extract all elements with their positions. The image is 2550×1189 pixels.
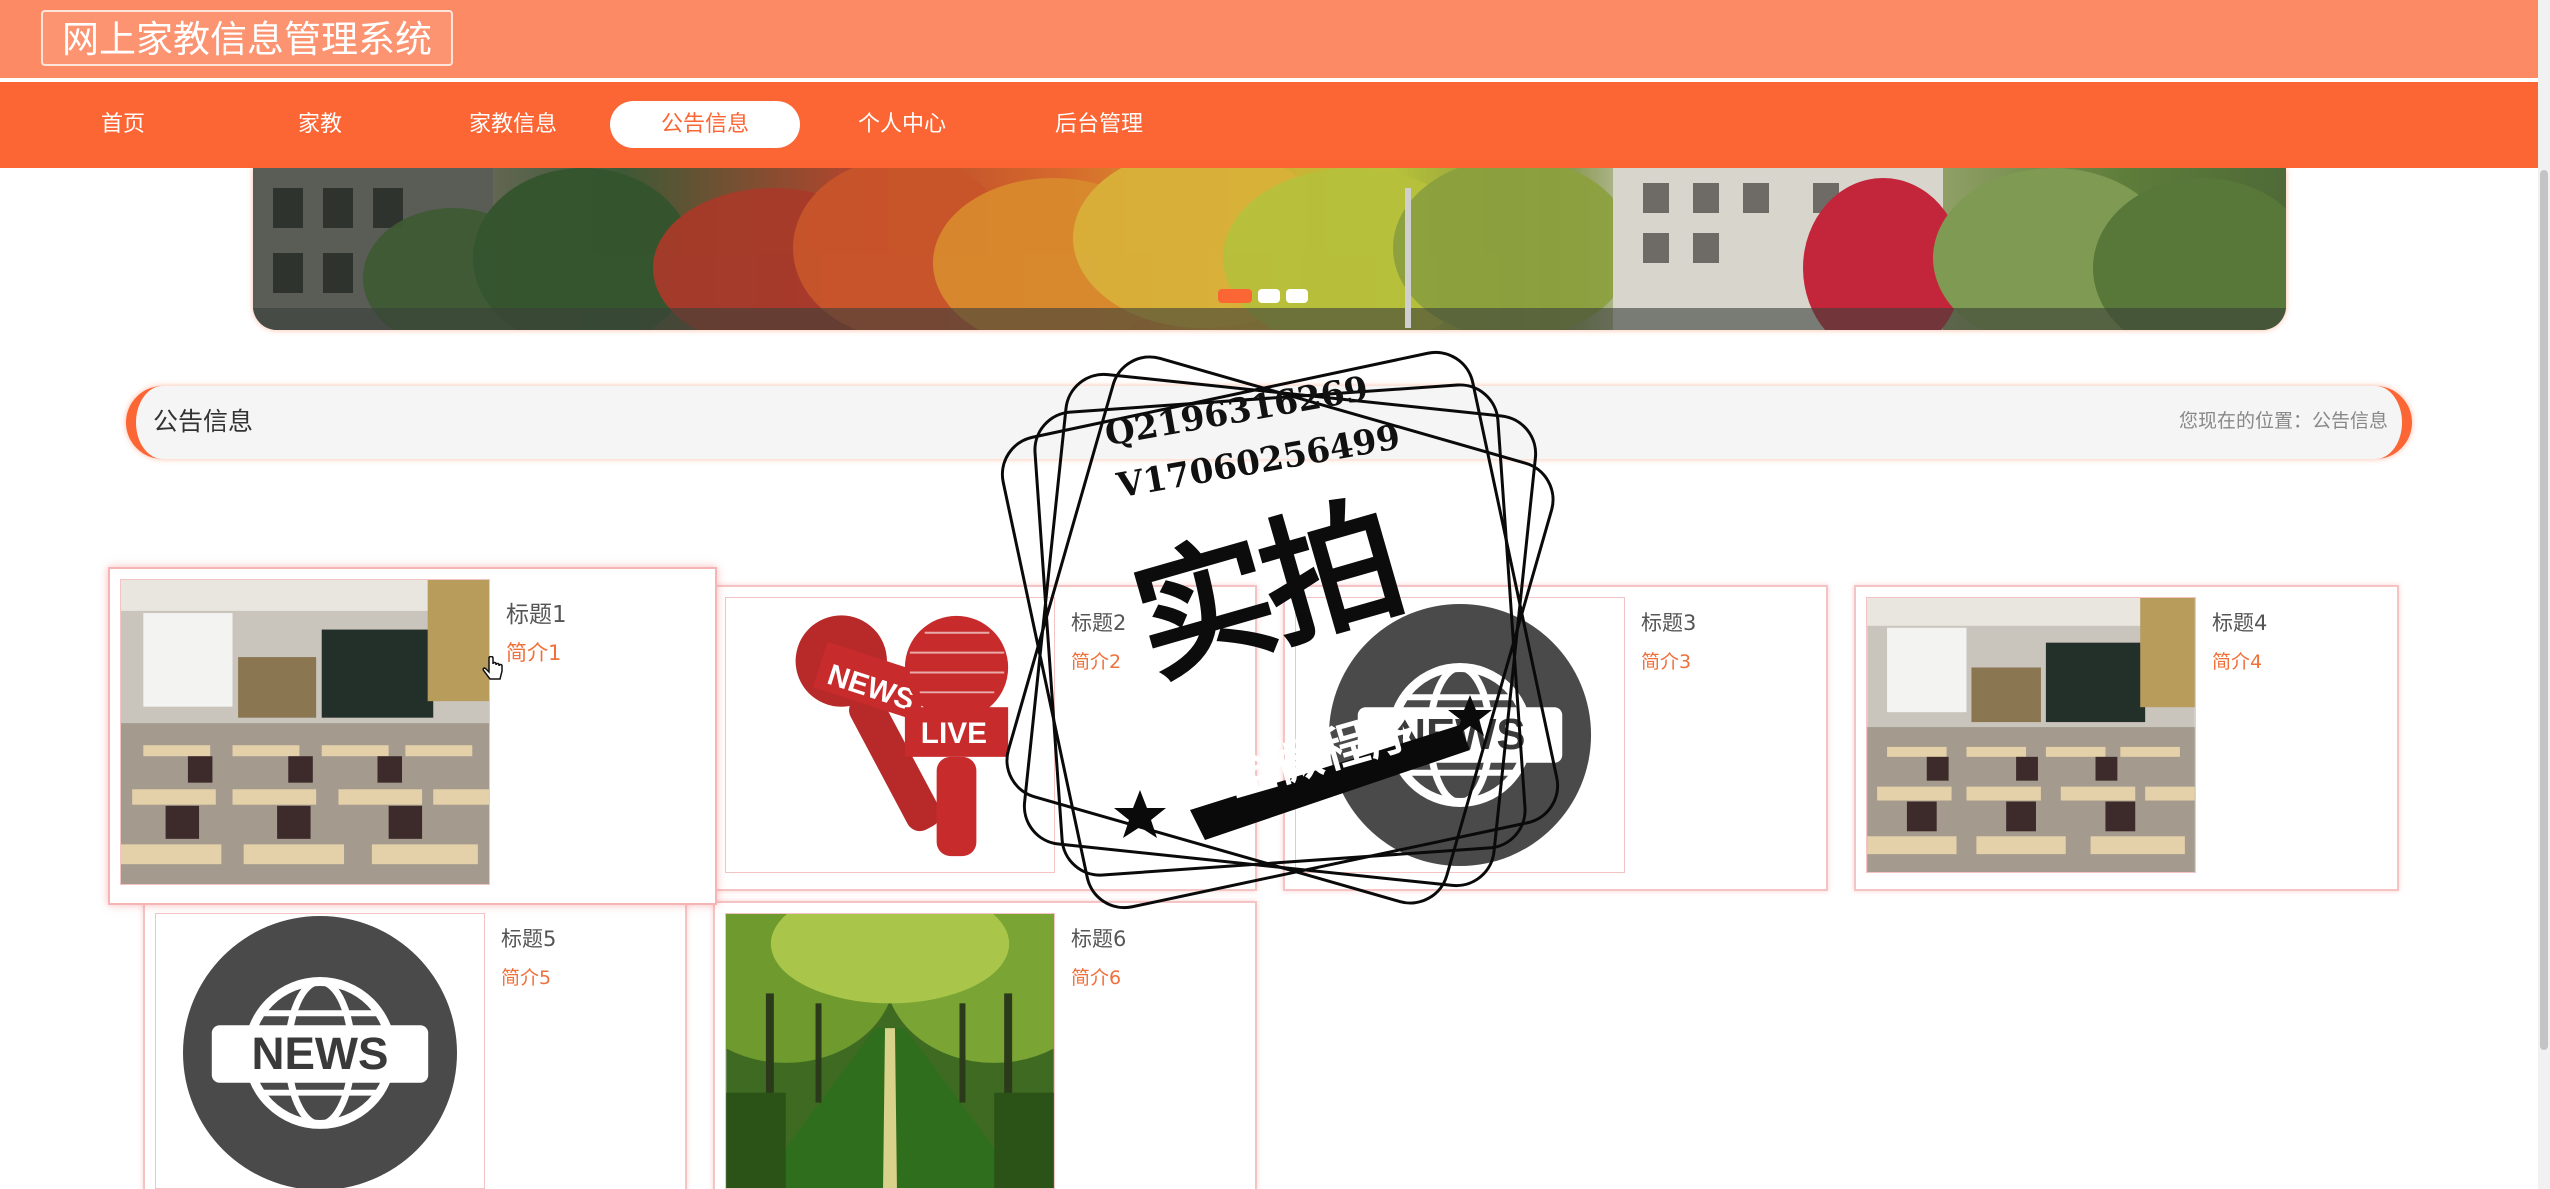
svg-text:LIVE: LIVE: [921, 717, 987, 750]
card-desc: 简介4: [2212, 651, 2263, 673]
nav-item-admin[interactable]: 后台管理: [1004, 101, 1194, 148]
card-title[interactable]: 标题1: [506, 595, 567, 629]
card-image-news-globe[interactable]: NEWS: [155, 913, 485, 1189]
card-desc: 简介1: [506, 641, 562, 665]
card-desc: 简介3: [1641, 651, 1692, 673]
card-image-classroom[interactable]: [1866, 597, 2196, 873]
nav-item-tutor[interactable]: 家教: [225, 101, 415, 148]
card-title[interactable]: 标题6: [1071, 923, 1126, 953]
announcement-card[interactable]: 标题6 简介6: [713, 901, 1257, 1189]
top-header: 网上家教信息管理系统: [0, 0, 2538, 78]
card-image-tree-road[interactable]: [725, 913, 1055, 1189]
card-desc: 简介6: [1071, 967, 1122, 989]
nav-item-personal-center[interactable]: 个人中心: [807, 101, 997, 148]
main-nav: 首页 家教 家教信息 公告信息 个人中心 后台管理: [0, 82, 2538, 168]
news-globe-icon: NEWS: [156, 914, 484, 1188]
card-title[interactable]: 标题3: [1641, 607, 1696, 637]
classroom-photo: [121, 580, 489, 884]
scrollbar-thumb[interactable]: [2540, 170, 2548, 1050]
nav-item-announcements[interactable]: 公告信息: [610, 101, 800, 148]
classroom-photo: [1867, 598, 2195, 872]
carousel-dot-1[interactable]: [1218, 289, 1252, 303]
banner-carousel[interactable]: [253, 168, 2286, 330]
announcement-card[interactable]: 标题1 简介1: [108, 567, 717, 905]
carousel-dot-2[interactable]: [1258, 289, 1280, 303]
nav-item-home[interactable]: 首页: [28, 101, 218, 148]
tree-lined-road-photo: [726, 914, 1054, 1188]
breadcrumb: 您现在的位置：公告信息: [2178, 410, 2388, 432]
card-title[interactable]: 标题5: [501, 923, 556, 953]
hand-cursor-icon: [482, 656, 503, 680]
card-title[interactable]: 标题4: [2212, 607, 2267, 637]
announcement-card[interactable]: NEWS 标题5 简介5: [143, 901, 687, 1189]
site-title[interactable]: 网上家教信息管理系统: [41, 10, 453, 66]
card-image-classroom[interactable]: [120, 579, 490, 885]
nav-item-tutor-info[interactable]: 家教信息: [418, 101, 608, 148]
watermark-stamp: Q2196316269 V17060256499 实拍 全微程序: [990, 340, 1570, 920]
banner-campus-photo: [253, 168, 2286, 330]
carousel-dot-3[interactable]: [1286, 289, 1308, 303]
announcement-card[interactable]: 标题4 简介4: [1854, 585, 2399, 891]
page-scrollbar[interactable]: [2538, 0, 2550, 1189]
section-title: 公告信息: [153, 407, 254, 436]
svg-text:NEWS: NEWS: [252, 1028, 389, 1079]
card-desc: 简介5: [501, 967, 552, 989]
